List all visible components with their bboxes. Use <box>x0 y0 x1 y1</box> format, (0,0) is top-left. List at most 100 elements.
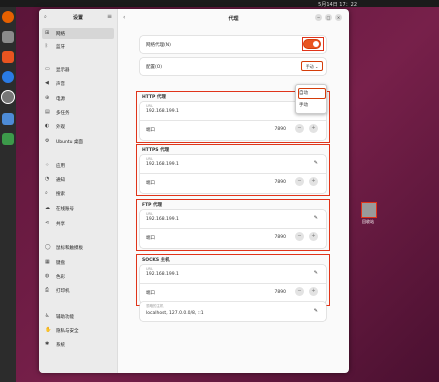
sidebar-item[interactable]: ◀ 声音 <box>42 78 114 89</box>
display-icon: ▭ <box>45 66 50 72</box>
proxy-group: HTTPS 代理 URL 192.168.199.1 ✎ 端口 7890− + <box>136 144 330 196</box>
network-proxy-row: 网络代理(N) <box>140 36 326 53</box>
sidebar-item-label: 外观 <box>56 125 65 130</box>
sidebar-item-label: 显示器 <box>56 68 70 73</box>
sidebar-item-label: 鼠标和触摸板 <box>56 246 83 251</box>
online-accounts-icon: ☁ <box>45 205 50 211</box>
ignored-hosts-label: 忽略的主机 <box>146 304 164 308</box>
bluetooth-icon: ᛒ <box>45 43 49 49</box>
sidebar-item[interactable]: ▭ 显示器 <box>42 64 114 75</box>
sidebar-item-label: 多任务 <box>56 111 70 116</box>
ignored-hosts-value: localhost, 127.0.0.0/8, ::1 <box>146 311 204 316</box>
sidebar-item[interactable]: ⊕ 电源 <box>42 93 114 104</box>
proxy-highlight <box>136 254 330 306</box>
sidebar-item[interactable]: ✱ 系统 <box>42 339 114 350</box>
ignored-hosts-row[interactable]: 忽略的主机 localhost, 127.0.0.0/8, ::1 ✎ <box>140 302 326 321</box>
edit-icon[interactable]: ✎ <box>314 308 318 314</box>
power-icon: ⊕ <box>45 95 50 101</box>
sidebar-title: 设置 <box>73 15 84 21</box>
apps-icon: ⁘ <box>45 162 50 168</box>
sidebar-item[interactable]: ◍ 色彩 <box>42 271 114 282</box>
network-proxy-label: 网络代理(N) <box>146 43 171 48</box>
settings-icon[interactable] <box>2 91 14 103</box>
sidebar-item[interactable]: ⌕ 搜索 <box>42 188 114 199</box>
notifications-icon: ◔ <box>45 176 50 182</box>
help-icon[interactable] <box>2 71 14 83</box>
ubuntu-desktop-icon: ⚙ <box>45 138 50 144</box>
config-label: 配置(O) <box>146 65 163 70</box>
keyboard-icon: ▦ <box>45 259 50 265</box>
sidebar-item-label: 共享 <box>56 222 65 227</box>
close-button[interactable]: × <box>335 14 342 21</box>
proxy-panel: ‹ 代理 − □ × 网络代理(N) 配置(O) 手动 ⌄ HTTP 代理 URL… <box>118 9 349 373</box>
sidebar-header: ⌕ 设置 ≡ <box>39 9 117 25</box>
text-editor-icon[interactable] <box>2 113 14 125</box>
desktop-icon-label: 回收站 <box>362 219 374 224</box>
network-icon: ⊞ <box>45 30 50 36</box>
sidebar-item-label: 应用 <box>56 164 65 169</box>
mouse-icon: ◯ <box>45 244 51 250</box>
config-option-manual[interactable]: 手动 <box>299 102 308 108</box>
sidebar-item[interactable]: ◯ 鼠标和触摸板 <box>42 242 114 253</box>
sound-icon: ◀ <box>45 80 49 86</box>
sidebar-item-label: 蓝牙 <box>56 45 65 50</box>
multitask-icon: ▤ <box>45 109 50 115</box>
color-icon: ◍ <box>45 273 50 279</box>
sidebar-item[interactable]: ◔ 通知 <box>42 174 114 185</box>
clock[interactable]: 5月14日 17：22 <box>318 1 357 8</box>
sharing-icon: ⋖ <box>45 220 50 226</box>
files-icon[interactable] <box>2 31 14 43</box>
sidebar-item-label: 电源 <box>56 97 65 102</box>
sidebar-item[interactable]: ⊞ 网络 <box>42 28 114 39</box>
maximize-button[interactable]: □ <box>325 14 332 21</box>
proxy-highlight <box>136 199 330 251</box>
sidebar-item-label: 搜索 <box>56 192 65 197</box>
appearance-icon: ◐ <box>45 123 50 129</box>
sidebar-item-label: 隐私与安全 <box>56 329 79 334</box>
sidebar-item-label: 键盘 <box>56 261 65 266</box>
settings-window: ⌕ 设置 ≡ ⊞ 网络 ᛒ 蓝牙 ▭ 显示器 ◀ 声音 ⊕ 电源 ▤ 多任务 ◐ 外观 ⚙ Ubuntu 桌面… <box>39 9 349 373</box>
search-icon[interactable]: ⌕ <box>44 14 47 20</box>
sidebar-item[interactable]: ⋖ 共享 <box>42 218 114 229</box>
minimize-button[interactable]: − <box>315 14 322 21</box>
menu-icon[interactable]: ≡ <box>107 13 112 20</box>
sidebar-item-label: 声音 <box>56 82 65 87</box>
printer-icon: ⎙ <box>45 287 50 293</box>
desktop-trash[interactable]: 回收站 <box>359 202 377 228</box>
sidebar-item[interactable]: ⚙ Ubuntu 桌面 <box>42 136 114 147</box>
sidebar-item[interactable]: ᛒ 蓝牙 <box>42 41 114 52</box>
proxy-highlight <box>136 144 330 196</box>
sidebar-item-label: 通知 <box>56 178 65 183</box>
config-row: 配置(O) 手动 ⌄ <box>140 58 326 75</box>
sidebar-item[interactable]: ▦ 键盘 <box>42 257 114 268</box>
proxy-group: SOCKS 主机 URL 192.168.199.1 ✎ 端口 7890− + <box>136 254 330 306</box>
top-bar: 5月14日 17：22 <box>0 0 439 8</box>
privacy-icon: ✋ <box>45 327 52 333</box>
trash-desktop-icon <box>361 202 377 218</box>
toggle-highlight <box>302 37 324 51</box>
sidebar-item[interactable]: ⎙ 打印机 <box>42 285 114 296</box>
app-center-icon[interactable] <box>2 51 14 63</box>
sidebar-item-label: Ubuntu 桌面 <box>56 140 83 145</box>
trash-icon[interactable] <box>2 133 14 145</box>
config-option-auto[interactable]: 自动 <box>299 90 308 96</box>
system-icon: ✱ <box>45 341 50 347</box>
sidebar-item-label: 色彩 <box>56 275 65 280</box>
sidebar-item-label: 网络 <box>56 32 65 37</box>
sidebar: ⌕ 设置 ≡ ⊞ 网络 ᛒ 蓝牙 ▭ 显示器 ◀ 声音 ⊕ 电源 ▤ 多任务 ◐ 外观 ⚙ Ubuntu 桌面… <box>39 9 118 373</box>
sidebar-item-label: 辅助功能 <box>56 315 74 320</box>
sidebar-item-label: 系统 <box>56 343 65 348</box>
sidebar-item[interactable]: ▤ 多任务 <box>42 107 114 118</box>
config-dropdown[interactable]: 手动 ⌄ <box>301 61 323 71</box>
config-popover: 自动 手动 <box>295 84 327 114</box>
sidebar-item[interactable]: ◐ 外观 <box>42 121 114 132</box>
sidebar-item-label: 打印机 <box>56 289 70 294</box>
search-icon: ⌕ <box>45 190 48 196</box>
sidebar-item[interactable]: ✋ 隐私与安全 <box>42 325 114 336</box>
sidebar-item[interactable]: ♿ 辅助功能 <box>42 311 114 322</box>
proxy-group: FTP 代理 URL 192.168.199.1 ✎ 端口 7890− + <box>136 199 330 251</box>
accessibility-icon: ♿ <box>45 313 50 319</box>
sidebar-item[interactable]: ☁ 在线账号 <box>42 203 114 214</box>
sidebar-item[interactable]: ⁘ 应用 <box>42 160 114 171</box>
firefox-icon[interactable] <box>2 11 14 23</box>
